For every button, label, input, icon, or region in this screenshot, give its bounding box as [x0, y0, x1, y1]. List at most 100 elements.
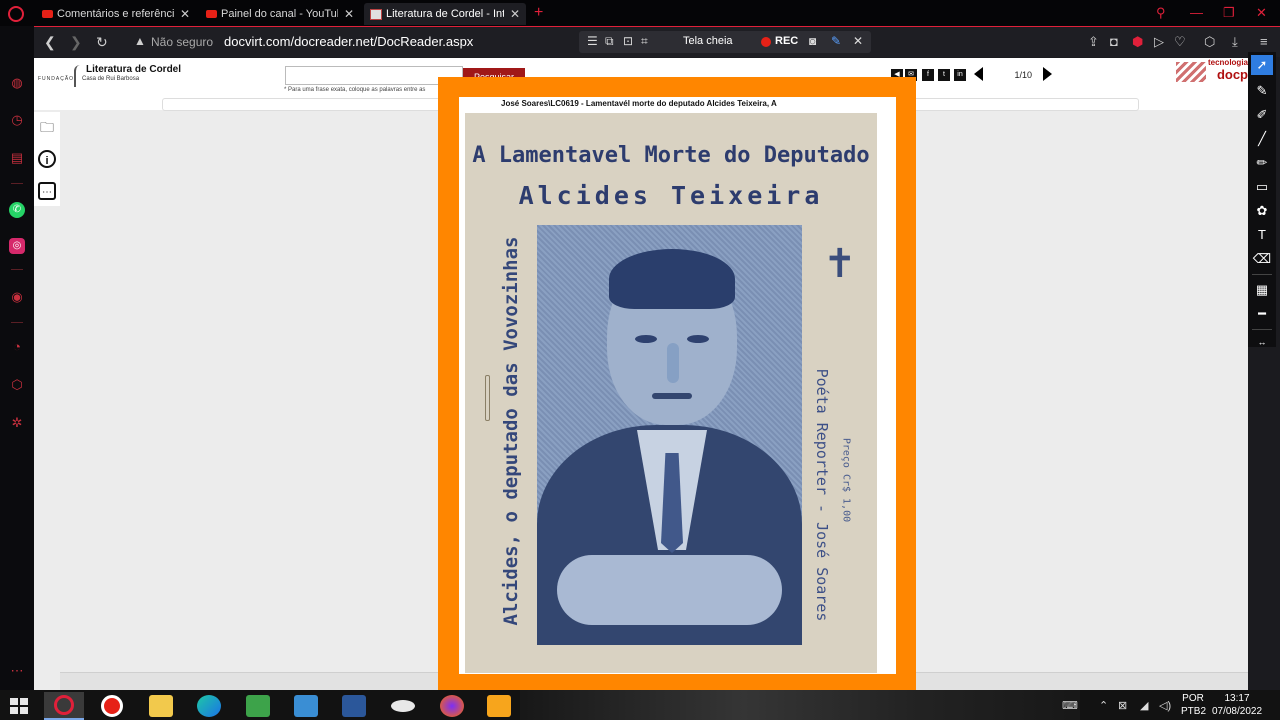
adblock-shield-icon[interactable]: ⬢	[1132, 34, 1143, 50]
search-input[interactable]	[285, 66, 463, 85]
expand-icon[interactable]: ↔	[1251, 332, 1273, 352]
linkedin-icon[interactable]: in	[954, 69, 966, 81]
tab-channel-panel[interactable]: Painel do canal - YouTube S ✕	[200, 3, 360, 25]
portrait-photo	[537, 225, 802, 645]
snapshot-icon[interactable]: ◘	[1110, 34, 1118, 49]
minimize-icon[interactable]: —	[1190, 5, 1203, 20]
word-icon[interactable]	[334, 692, 374, 720]
share-page-icon[interactable]: ⇪	[1088, 34, 1099, 50]
more-icon[interactable]: ⋯	[9, 663, 25, 679]
site-favicon-icon	[370, 8, 382, 20]
comments-icon[interactable]: ⋯	[38, 182, 56, 200]
instagram-icon[interactable]: ◎	[9, 238, 25, 254]
tab-literatura-cordel[interactable]: Literatura de Cordel - Intern ✕	[364, 3, 526, 25]
new-tab-button[interactable]: +	[534, 4, 543, 22]
menu-icon[interactable]: ≡	[1260, 34, 1268, 49]
app-icon[interactable]	[286, 692, 326, 720]
pen-icon[interactable]: ✎	[831, 34, 841, 48]
cloud-app-icon[interactable]	[383, 692, 423, 720]
tray-overflow-icon[interactable]: ⌃	[1099, 699, 1108, 712]
page-indicator[interactable]: 1/10	[986, 67, 1038, 84]
twitter-icon[interactable]: t	[938, 69, 950, 81]
send-icon[interactable]: ▷	[1154, 34, 1164, 50]
windows-start-icon[interactable]	[10, 698, 28, 714]
maximize-icon[interactable]: ❐	[1223, 5, 1235, 21]
logo-title[interactable]: Literatura de Cordel	[86, 64, 181, 75]
cover-author-text: Poéta Reporter - José Soares	[813, 368, 831, 622]
close-window-icon[interactable]: ✕	[1256, 5, 1267, 21]
cube-icon[interactable]: ⬡	[1204, 34, 1215, 50]
reload-icon[interactable]: ↻	[96, 34, 108, 51]
info-icon[interactable]: i	[38, 150, 56, 168]
keyboard-icon[interactable]: ⌨	[1062, 699, 1078, 712]
cursor-icon[interactable]: ➚	[1251, 55, 1273, 75]
text-icon[interactable]: T	[1251, 225, 1273, 245]
network-icon[interactable]: ⊠	[1118, 699, 1127, 712]
sidebar-divider	[11, 269, 23, 270]
opera-sidebar: ◍ ◷ ▤ ✆ ◎ ◉ ◔ ⬡ ✲ ⋯	[0, 26, 34, 690]
menu-icon[interactable]: ☰	[587, 34, 598, 48]
color-palette-icon[interactable]: ✿	[1251, 201, 1273, 221]
heart-icon[interactable]: ♡	[1174, 34, 1186, 50]
wifi-icon[interactable]: ◢	[1140, 699, 1148, 712]
marker-icon[interactable]: ✐	[1251, 105, 1273, 125]
region-capture-icon[interactable]: ⊡	[623, 34, 633, 48]
opera-logo-icon[interactable]	[8, 6, 24, 22]
facebook-icon[interactable]: f	[922, 69, 934, 81]
search-hint: * Para uma frase exata, coloque as palav…	[284, 87, 426, 93]
player-icon[interactable]: ◉	[9, 289, 25, 305]
download-icon[interactable]: ⤓	[1232, 34, 1238, 50]
whatsapp-icon[interactable]: ✆	[9, 202, 25, 218]
rectangle-icon[interactable]: ▭	[1251, 177, 1273, 197]
edge-icon[interactable]	[189, 692, 229, 720]
clock-time: 13:17	[1224, 693, 1250, 704]
next-page-icon[interactable]	[1043, 67, 1052, 81]
cover-title-line2: Alcides Teixeira	[518, 181, 824, 210]
cordel-cover-image[interactable]: A Lamentavel Morte do Deputado Alcides T…	[465, 113, 877, 673]
docpro-brand[interactable]: tecnologia docp	[1177, 58, 1248, 84]
stroke-width-icon[interactable]: ━	[1251, 304, 1273, 324]
back-icon[interactable]: ❮	[44, 34, 56, 51]
transparency-icon[interactable]: ▦	[1251, 280, 1273, 300]
pencil-icon[interactable]: ✎	[1251, 81, 1273, 101]
rec-label[interactable]: REC	[775, 35, 798, 47]
previous-page-icon[interactable]	[974, 67, 983, 81]
crop-icon[interactable]: ⌗	[641, 34, 648, 49]
camera-icon[interactable]: ◙	[809, 34, 816, 48]
fullscreen-label[interactable]: Tela cheia	[683, 35, 733, 47]
opera-taskbar-icon[interactable]	[44, 692, 84, 720]
volume-icon[interactable]: ◁)	[1159, 699, 1171, 712]
settings-gear-icon[interactable]: ✲	[9, 415, 25, 431]
language-indicator[interactable]: POR PTB2	[1181, 692, 1206, 718]
close-icon[interactable]: ✕	[180, 7, 190, 21]
video-editor-icon[interactable]	[238, 692, 278, 720]
tab-title: Literatura de Cordel - Intern	[386, 8, 504, 20]
media-player-icon[interactable]	[479, 692, 519, 720]
eraser-icon[interactable]: ⌫	[1251, 249, 1273, 269]
url-text[interactable]: docvirt.com/docreader.net/DocReader.aspx	[224, 34, 473, 49]
extensions-cube-icon[interactable]: ⬡	[9, 377, 25, 393]
tab-comments[interactable]: Comentários e referências a ✕	[36, 3, 196, 25]
close-icon[interactable]: ✕	[853, 34, 863, 48]
speed-dial-icon[interactable]: ◷	[9, 112, 25, 128]
firefox-icon[interactable]	[432, 692, 472, 720]
shopping-bag-icon[interactable]: ▤	[9, 150, 25, 166]
clock[interactable]: 13:17 07/08/2022	[1211, 692, 1263, 718]
security-status[interactable]: Não seguro	[151, 35, 213, 49]
forward-icon[interactable]: ❯	[70, 34, 82, 51]
close-icon[interactable]: ✕	[344, 7, 354, 21]
close-icon[interactable]: ✕	[510, 7, 520, 21]
gamepad-icon[interactable]: ◍	[9, 75, 25, 91]
history-icon[interactable]: ◔	[9, 339, 25, 355]
search-tabs-icon[interactable]: ⚲	[1156, 5, 1166, 21]
file-explorer-icon[interactable]	[141, 692, 181, 720]
folder-icon[interactable]: 🗀	[38, 118, 56, 136]
taskbar: ⌨ ⌃ ⊠ ◢ ◁) POR PTB2 13:17 07/08/2022	[0, 690, 1280, 720]
window-capture-icon[interactable]: ⧉	[605, 34, 614, 49]
brush-icon[interactable]: ✏	[1251, 153, 1273, 173]
youtube-icon	[42, 10, 53, 18]
record-icon[interactable]	[761, 37, 771, 47]
line-icon[interactable]: ╱	[1251, 129, 1273, 149]
screen-capture-bar: ☰ ⧉ ⊡ ⌗ Tela cheia REC ◙ ✎ ✕	[579, 31, 871, 53]
recorder-taskbar-icon[interactable]	[92, 692, 132, 720]
